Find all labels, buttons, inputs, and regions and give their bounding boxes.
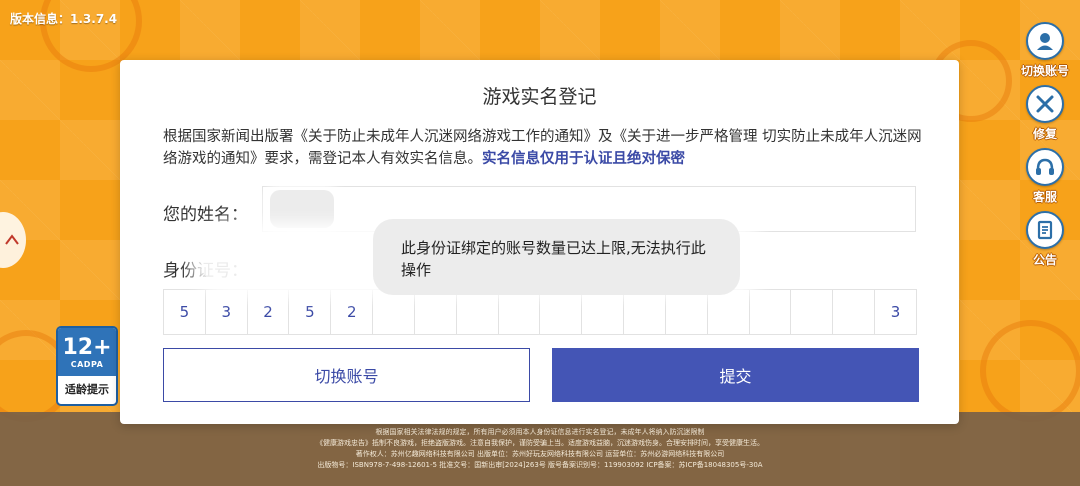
age-rating-label: 适龄提示 <box>65 383 109 396</box>
id-digit-cell <box>499 290 541 334</box>
submit-button[interactable]: 提交 <box>552 348 919 402</box>
id-number-input[interactable]: 5 3 2 5 2 3 <box>163 289 917 335</box>
background-decoration <box>980 320 1080 422</box>
headset-icon <box>1026 148 1064 186</box>
footer-line: 出版物号：ISBN978-7-498-12601-5 批准文号：国新出审[202… <box>317 461 763 469</box>
footer-line: 著作权人：苏州亿趣网络科技有限公司 出版单位：苏州好玩友网络科技有限公司 运营单… <box>355 450 725 458</box>
id-digit-cell: 3 <box>206 290 248 334</box>
id-digit-cell: 5 <box>289 290 332 334</box>
privacy-highlight: 实名信息仅用于认证且绝对保密 <box>482 151 685 167</box>
repair-menu-item[interactable]: 修复 <box>1026 85 1064 142</box>
age-rating-number: 12+ <box>62 334 112 360</box>
repair-label: 修复 <box>1032 127 1057 141</box>
dialog-title: 游戏实名登记 <box>482 86 597 108</box>
id-digit-cell <box>833 290 876 334</box>
id-digit-cell: 5 <box>164 290 206 334</box>
id-digit-cell <box>457 290 499 334</box>
id-digit-cell <box>708 290 750 334</box>
error-toast: 此身份证绑定的账号数量已达上限,无法执行此操作 <box>373 219 740 295</box>
name-redaction <box>270 190 334 228</box>
id-digit-cell <box>582 290 625 334</box>
announcement-label: 公告 <box>1032 253 1057 267</box>
user-avatar-icon <box>1025 22 1064 60</box>
id-digit-cell <box>373 290 415 334</box>
version-info: 版本信息：1.3.7.4 <box>10 12 118 26</box>
age-rating-header: 12+ CADPA <box>58 328 116 376</box>
id-digit-cell <box>415 290 457 334</box>
switch-account-label: 切换账号 <box>1020 64 1069 78</box>
id-digit-cell <box>540 290 583 334</box>
switch-account-menu-item[interactable]: 切换账号 <box>1021 22 1069 79</box>
id-digit-cell <box>624 290 666 334</box>
side-menu: 切换账号 修复 客服 公告 <box>1016 22 1074 268</box>
fan-icon <box>5 234 19 245</box>
left-edge-tab[interactable] <box>0 212 26 268</box>
age-rating-org: CADPA <box>70 359 104 369</box>
id-digit-cell: 3 <box>890 303 901 321</box>
notepad-icon <box>1026 211 1064 249</box>
id-digit-cell <box>750 290 792 334</box>
wrench-icon <box>1026 85 1064 123</box>
legal-footer: 根据国家相关法律法规的规定，所有用户必须用本人身份证信息进行实名登记，未成年人将… <box>0 427 1080 471</box>
name-label: 您的姓名： <box>163 205 248 225</box>
id-digit-cell <box>666 290 708 334</box>
id-digit-cell <box>791 290 834 334</box>
registration-notice: 根据国家新闻出版署《关于防止未成年人沉迷网络游戏工作的通知》及《关于进一步严格管… <box>163 126 923 170</box>
announcement-menu-item[interactable]: 公告 <box>1026 211 1064 268</box>
footer-line: 《健康游戏忠告》抵制不良游戏，拒绝盗版游戏。注意自我保护，谨防受骗上当。适度游戏… <box>316 439 764 447</box>
footer-line: 根据国家相关法律法规的规定，所有用户必须用本人身份证信息进行实名登记，未成年人将… <box>375 428 705 436</box>
id-digit-cell: 2 <box>248 290 290 334</box>
id-digit-cell: 2 <box>331 290 374 334</box>
switch-account-button[interactable]: 切换账号 <box>163 348 530 402</box>
service-menu-item[interactable]: 客服 <box>1026 148 1064 205</box>
service-label: 客服 <box>1032 190 1057 204</box>
age-rating-badge: 12+ CADPA 适龄提示 <box>56 326 118 406</box>
game-screen: 版本信息：1.3.7.4 切换账号 修复 客服 公告 12+ CADPA 适龄提… <box>0 0 1080 486</box>
